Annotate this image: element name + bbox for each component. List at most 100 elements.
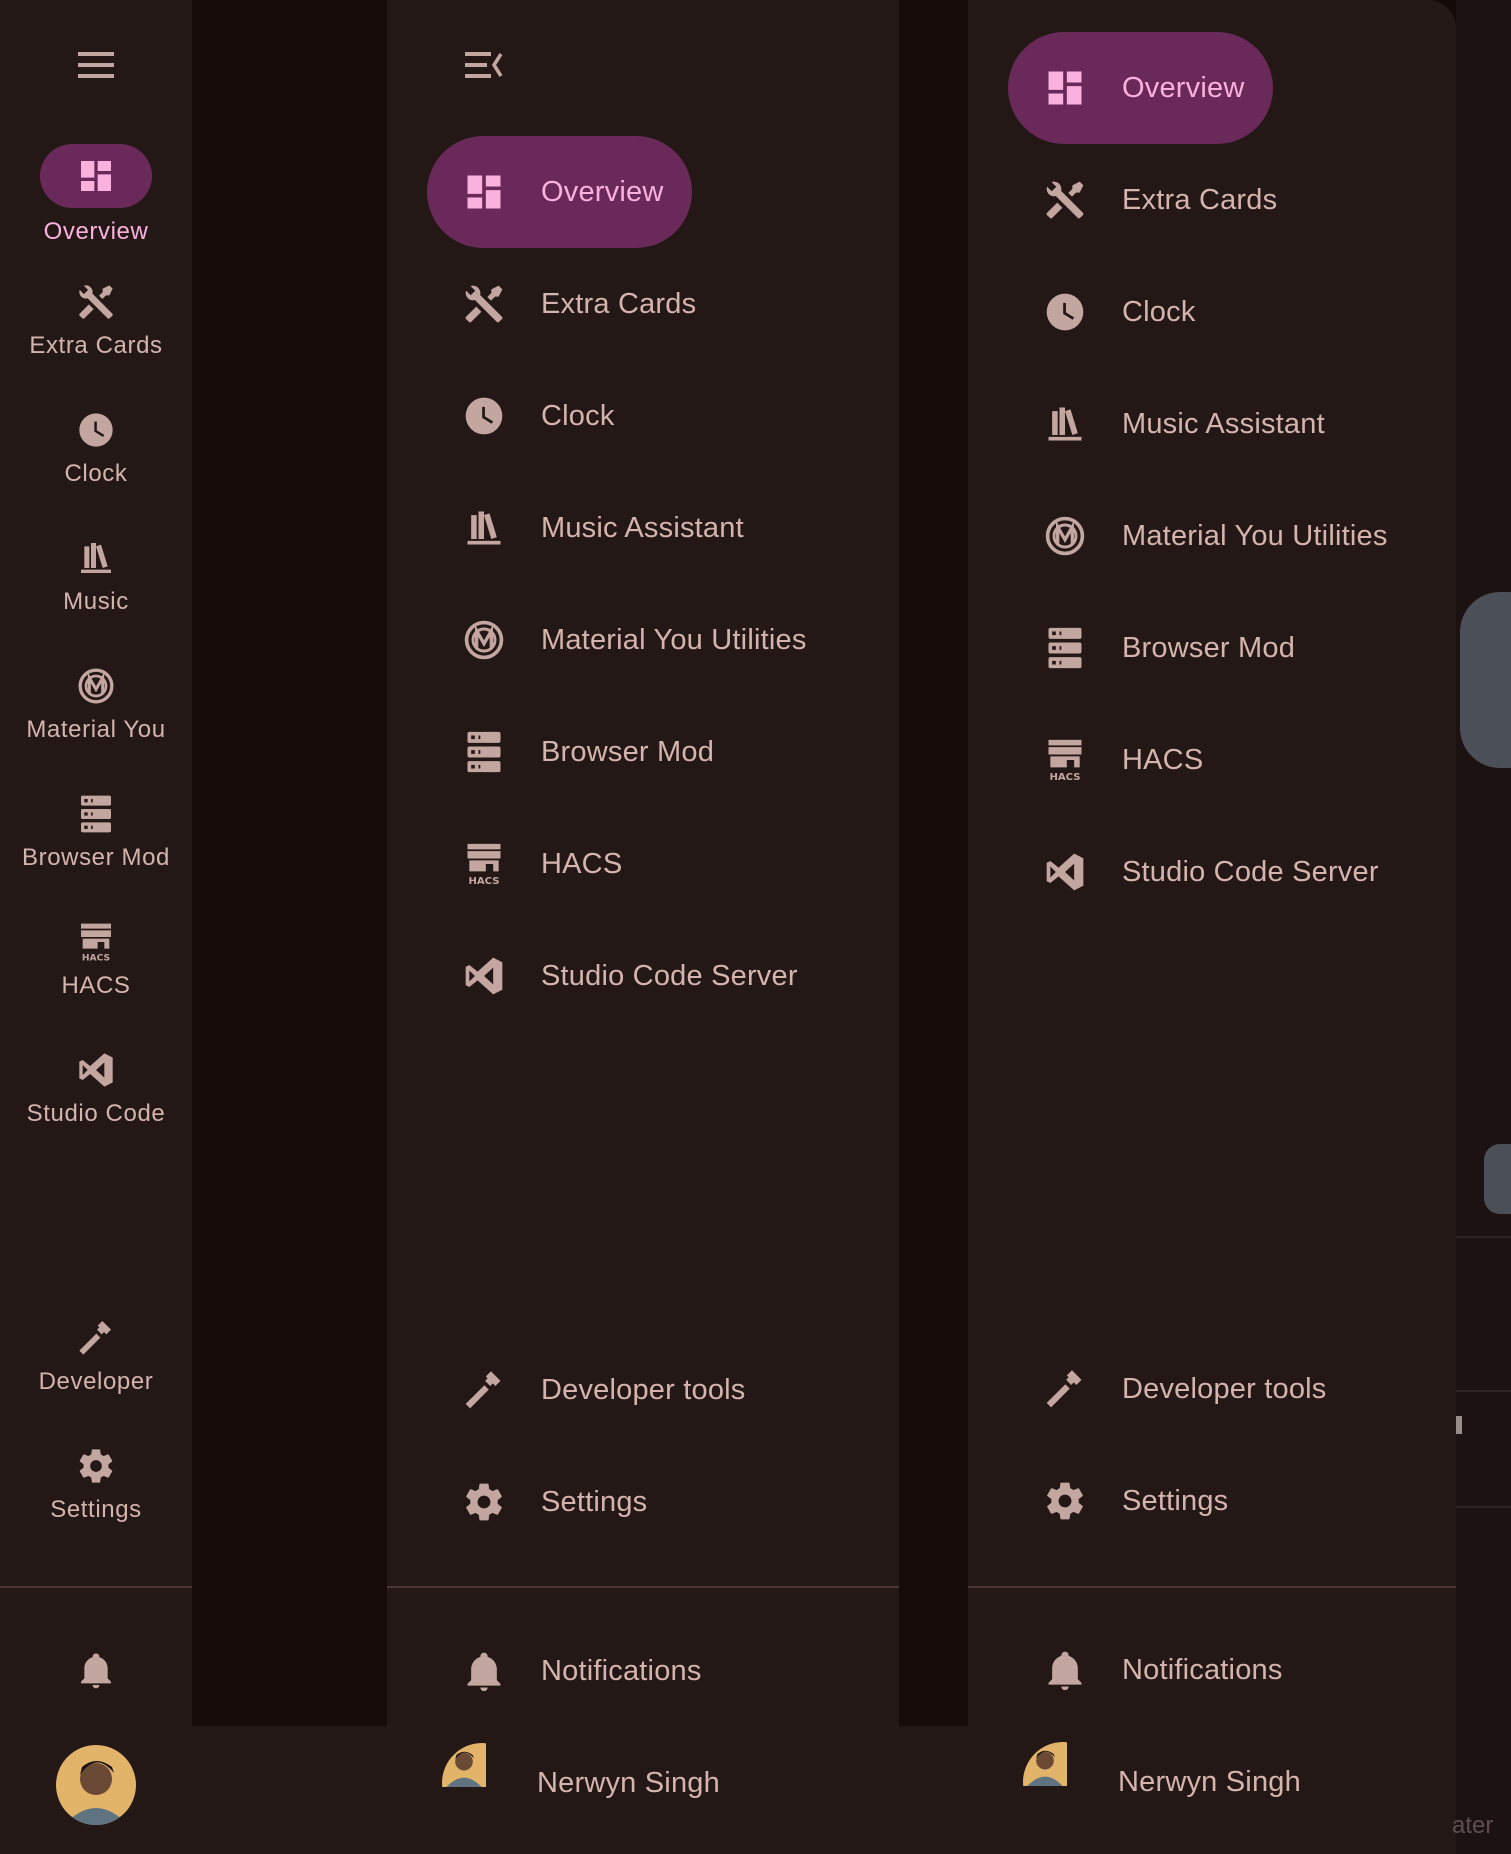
rail-item-settings[interactable]: Settings bbox=[0, 1446, 192, 1524]
vscode-icon bbox=[79, 1053, 113, 1087]
rail-item-label: Overview bbox=[43, 218, 149, 245]
drawer-item-overview[interactable]: Overview bbox=[427, 136, 692, 248]
drawer-item-label: Extra Cards bbox=[541, 287, 697, 320]
modal-item-profile[interactable]: Nerwyn Singh bbox=[1023, 1726, 1301, 1838]
drawer-item-extra-cards[interactable]: Extra Cards bbox=[462, 248, 696, 360]
modal-item-label: Studio Code Server bbox=[1122, 855, 1379, 888]
modal-item-browser-mod[interactable]: Browser Mod bbox=[1043, 592, 1295, 704]
drawer-item-label: Overview bbox=[541, 175, 664, 208]
hacs-icon: HACS bbox=[467, 843, 501, 886]
rail-item-browser-mod[interactable]: Browser Mod bbox=[0, 794, 192, 872]
background-gap bbox=[899, 0, 968, 1726]
rail-item-hacs[interactable]: HACS HACS bbox=[0, 922, 192, 1000]
rail-item-clock[interactable]: Clock bbox=[0, 410, 192, 488]
background-card bbox=[1460, 592, 1511, 768]
modal-item-label: Extra Cards bbox=[1122, 183, 1278, 216]
drawer-item-material-you-utilities[interactable]: Material You Utilities bbox=[462, 584, 807, 696]
dimmed-content bbox=[1456, 0, 1511, 1854]
drawer-item-profile[interactable]: Nerwyn Singh bbox=[442, 1727, 720, 1839]
background-text: ater bbox=[1452, 1812, 1494, 1839]
drawer-item-label: Material You Utilities bbox=[541, 623, 807, 656]
clock-icon bbox=[1046, 293, 1084, 331]
background-chip bbox=[1484, 1144, 1511, 1214]
svg-text:HACS: HACS bbox=[82, 952, 110, 962]
bell-icon bbox=[1048, 1651, 1082, 1691]
drawer-item-developer-tools[interactable]: Developer tools bbox=[462, 1334, 746, 1446]
sidebar-divider bbox=[387, 1586, 899, 1588]
bell-icon bbox=[81, 1653, 111, 1689]
hammer-icon bbox=[1046, 1370, 1082, 1408]
vscode-icon bbox=[465, 957, 503, 995]
drawer-item-studio-code-server[interactable]: Studio Code Server bbox=[462, 920, 798, 1032]
modal-item-clock[interactable]: Clock bbox=[1043, 256, 1196, 368]
modal-item-label: Browser Mod bbox=[1122, 631, 1296, 664]
rail-item-label: Settings bbox=[50, 1496, 142, 1523]
modal-item-label: Notifications bbox=[1122, 1653, 1283, 1686]
background-divider bbox=[1456, 1390, 1511, 1392]
rail-item-label: Extra Cards bbox=[29, 332, 163, 359]
vscode-icon bbox=[1046, 853, 1084, 891]
drawer-item-music-assistant[interactable]: Music Assistant bbox=[462, 472, 744, 584]
rail-item-label: Music bbox=[63, 588, 129, 615]
rail-item-label: Browser Mod bbox=[22, 844, 170, 871]
drawer-item-settings[interactable]: Settings bbox=[462, 1446, 647, 1558]
view-dashboard-icon bbox=[81, 161, 111, 191]
clock-icon bbox=[465, 397, 503, 435]
drawer-item-label: Settings bbox=[541, 1485, 648, 1518]
sidebar-divider bbox=[0, 1586, 192, 1588]
rail-item-extra-cards[interactable]: Extra Cards bbox=[0, 282, 192, 360]
drawer-item-browser-mod[interactable]: Browser Mod bbox=[462, 696, 714, 808]
modal-item-label: Developer tools bbox=[1122, 1372, 1327, 1405]
view-dashboard-icon bbox=[1048, 71, 1082, 105]
modal-item-extra-cards[interactable]: Extra Cards bbox=[1043, 144, 1277, 256]
modal-item-label: HACS bbox=[1122, 743, 1204, 776]
rail-item-label: Material You bbox=[26, 716, 166, 743]
modal-item-material-you-utilities[interactable]: Material You Utilities bbox=[1043, 480, 1388, 592]
rail-item-label: HACS bbox=[61, 972, 131, 999]
drawer-item-clock[interactable]: Clock bbox=[462, 360, 615, 472]
hacs-icon: HACS bbox=[1048, 739, 1082, 782]
modal-item-hacs[interactable]: HACS HACS bbox=[1043, 704, 1203, 816]
modal-item-overview[interactable]: Overview bbox=[1008, 32, 1273, 144]
bookshelf-icon bbox=[467, 511, 501, 545]
drawer-item-label: HACS bbox=[541, 847, 623, 880]
modal-item-developer-tools[interactable]: Developer tools bbox=[1043, 1333, 1327, 1445]
clock-icon bbox=[79, 413, 113, 447]
drawer-item-label: Developer tools bbox=[541, 1373, 746, 1406]
tools-icon bbox=[79, 285, 113, 319]
modal-item-settings[interactable]: Settings bbox=[1043, 1445, 1228, 1557]
drawer-item-label: Clock bbox=[541, 399, 615, 432]
rail-item-overview[interactable]: Overview bbox=[0, 144, 192, 246]
rail-item-material-you[interactable]: Material You bbox=[0, 666, 192, 744]
rail-item-music[interactable]: Music bbox=[0, 538, 192, 616]
server-icon bbox=[1048, 627, 1082, 669]
modal-item-studio-code-server[interactable]: Studio Code Server bbox=[1043, 816, 1379, 928]
bell-icon bbox=[467, 1652, 501, 1692]
bookshelf-icon bbox=[81, 543, 111, 573]
background-divider bbox=[1456, 1506, 1511, 1508]
drawer-item-label: Music Assistant bbox=[541, 511, 744, 544]
menu-open-icon[interactable] bbox=[463, 50, 503, 85]
modal-item-label: Material You Utilities bbox=[1122, 519, 1388, 552]
modal-item-music-assistant[interactable]: Music Assistant bbox=[1043, 368, 1325, 480]
menu-icon[interactable] bbox=[76, 50, 116, 85]
hacs-icon: HACS bbox=[81, 923, 111, 962]
rail-item-notifications[interactable] bbox=[0, 1650, 192, 1690]
drawer-item-label: Notifications bbox=[541, 1654, 702, 1687]
modal-item-notifications[interactable]: Notifications bbox=[1043, 1614, 1283, 1726]
drawer-item-label: Browser Mod bbox=[541, 735, 715, 768]
drawer-item-notifications[interactable]: Notifications bbox=[462, 1615, 702, 1727]
avatar[interactable] bbox=[56, 1745, 136, 1825]
gear-icon bbox=[1047, 1482, 1083, 1520]
tools-icon bbox=[465, 285, 503, 323]
material-you-icon bbox=[1045, 516, 1085, 556]
rail-item-studio-code[interactable]: Studio Code bbox=[0, 1050, 192, 1128]
avatar bbox=[442, 1743, 522, 1823]
drawer-item-label: Studio Code Server bbox=[541, 959, 798, 992]
drawer-item-hacs[interactable]: HACS HACS bbox=[462, 808, 622, 920]
gear-icon bbox=[79, 1449, 113, 1483]
server-icon bbox=[467, 731, 501, 773]
background-mark bbox=[1456, 1416, 1462, 1434]
avatar bbox=[1023, 1742, 1103, 1822]
rail-item-developer[interactable]: Developer bbox=[0, 1318, 192, 1396]
